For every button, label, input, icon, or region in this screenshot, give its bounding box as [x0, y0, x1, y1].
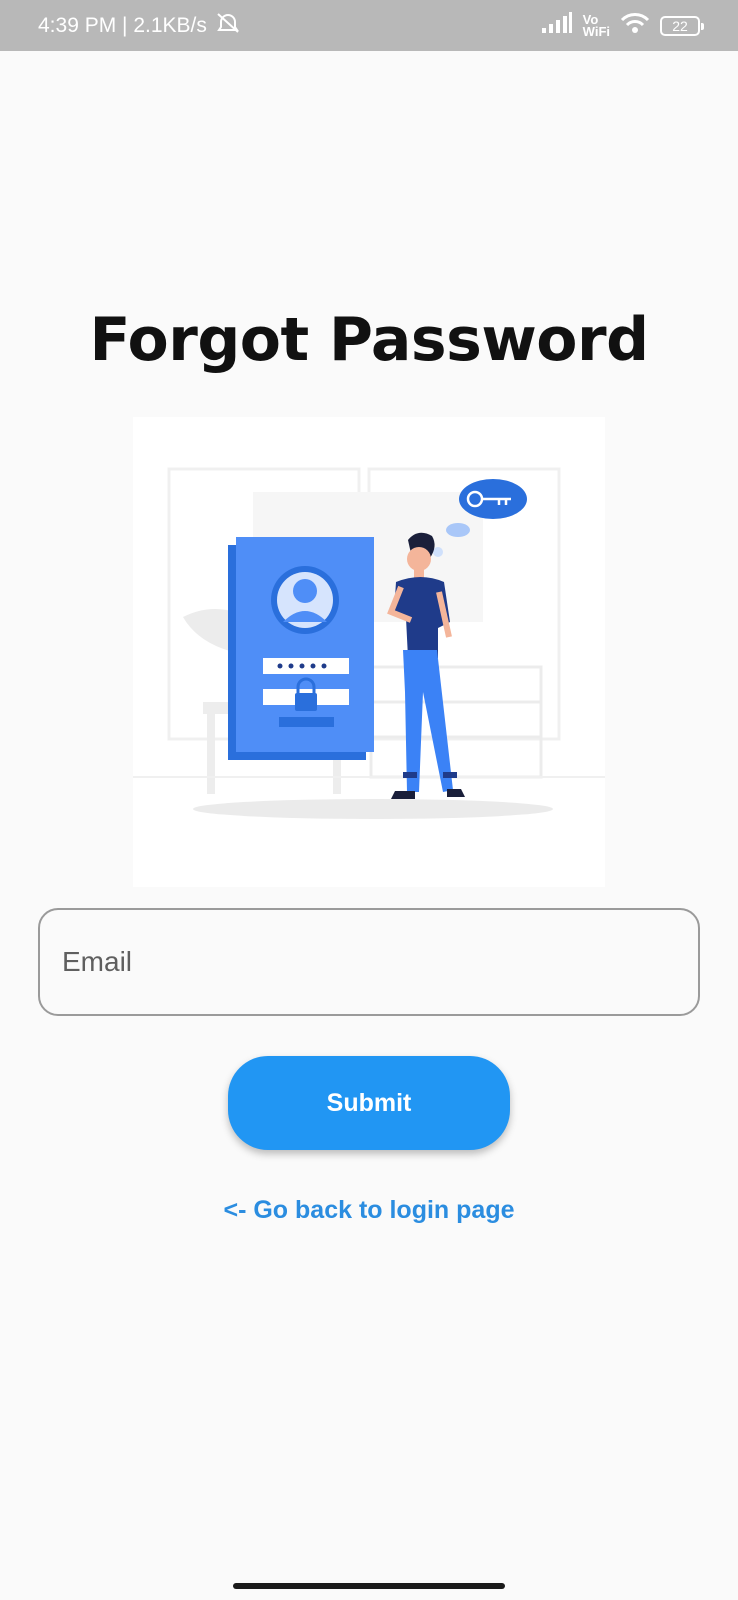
back-to-login-link[interactable]: <- Go back to login page — [0, 1196, 738, 1225]
status-right: Vo WiFi 22 — [541, 11, 704, 40]
status-left: 4:39 PM | 2.1KB/s — [38, 11, 241, 41]
status-time: 4:39 PM | 2.1KB/s — [38, 13, 207, 37]
email-input[interactable] — [62, 946, 698, 978]
wifi-icon — [620, 12, 650, 40]
submit-button[interactable]: Submit — [228, 1056, 510, 1150]
battery-level: 22 — [672, 17, 688, 34]
vowifi-icon: Vo WiFi — [582, 13, 610, 39]
alarm-off-icon — [215, 11, 241, 41]
forgot-password-illustration — [133, 417, 605, 887]
email-field[interactable] — [38, 908, 700, 1016]
signal-icon — [541, 11, 573, 40]
status-bar: 4:39 PM | 2.1KB/s Vo WiFi 22 — [0, 0, 738, 51]
page-title: Forgot Password — [89, 305, 649, 375]
home-indicator[interactable] — [233, 1583, 505, 1589]
battery-icon: 22 — [660, 15, 704, 36]
wifi-label: WiFi — [582, 23, 610, 39]
